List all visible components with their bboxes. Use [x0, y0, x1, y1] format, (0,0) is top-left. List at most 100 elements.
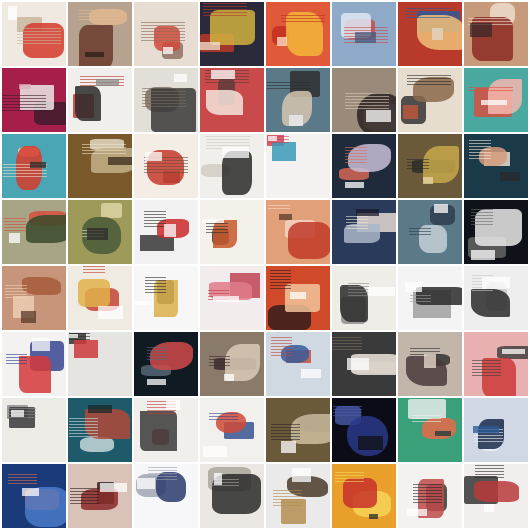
tile-shape: [75, 86, 101, 121]
tile-texture: [407, 159, 429, 169]
tile-shape: [147, 379, 166, 385]
tile-shape: [368, 287, 395, 296]
image-tile: [266, 134, 330, 198]
tile-texture: [332, 337, 362, 350]
tile-shape: [355, 32, 376, 43]
tile-texture: [141, 21, 185, 41]
tile-shape: [98, 306, 123, 319]
tile-shape: [473, 426, 499, 433]
tile-texture: [209, 411, 238, 420]
tile-shape: [435, 431, 451, 436]
tile-shape: [432, 28, 443, 40]
tile-shape: [202, 219, 224, 223]
image-tile: [2, 2, 66, 66]
tile-texture: [345, 92, 389, 109]
tile-shape: [101, 203, 122, 218]
tile-shape: [424, 354, 436, 368]
tile-shape: [22, 488, 39, 496]
tile-texture: [407, 73, 451, 85]
image-tile: [200, 2, 264, 66]
tile-shape: [96, 79, 119, 86]
tile-shape: [281, 441, 296, 453]
tile-texture: [70, 486, 99, 504]
tile-shape: [9, 233, 20, 243]
image-tile: [2, 200, 66, 264]
tile-texture: [271, 423, 300, 440]
tile-shape: [356, 209, 379, 216]
tile-shape: [268, 136, 277, 141]
tile-shape: [290, 292, 306, 299]
tile-shape: [481, 100, 507, 105]
tile-texture: [145, 277, 166, 293]
image-tile: [398, 266, 462, 330]
image-tile: [332, 464, 396, 528]
tile-texture: [472, 360, 501, 376]
tile-shape: [434, 204, 448, 213]
image-tile: [2, 464, 66, 528]
tile-shape: [358, 436, 383, 450]
tile-shape: [137, 478, 155, 489]
tile-texture: [2, 95, 46, 111]
tile-shape: [206, 90, 243, 115]
image-tile: [398, 332, 462, 396]
image-tile: [464, 68, 528, 132]
tile-texture: [406, 6, 450, 18]
image-tile: [200, 464, 264, 528]
tile-shape: [88, 405, 112, 413]
image-tile: [134, 200, 198, 264]
tile-shape: [343, 478, 377, 508]
image-tile: [68, 266, 132, 330]
tile-texture: [346, 214, 368, 229]
tile-shape: [100, 483, 127, 492]
tile-texture: [281, 13, 325, 22]
tile-shape: [345, 182, 364, 188]
image-tile: [2, 68, 66, 132]
tile-texture: [413, 483, 442, 503]
tile-shape: [69, 334, 78, 338]
tile-shape: [407, 509, 427, 516]
tile-shape: [8, 6, 17, 20]
tile-shape: [500, 172, 520, 181]
tile-shape: [403, 105, 418, 119]
tile-shape: [474, 481, 519, 502]
image-tile: [332, 2, 396, 66]
image-tile: [134, 68, 198, 132]
tile-shape: [22, 277, 61, 295]
image-tile: [2, 332, 66, 396]
image-tile: [464, 266, 528, 330]
image-tile: [464, 134, 528, 198]
tile-shape: [279, 214, 292, 220]
image-tile: [464, 332, 528, 396]
tile-shape: [19, 84, 31, 89]
image-tile: [266, 266, 330, 330]
tile-texture: [409, 226, 431, 235]
tile-texture: [82, 144, 126, 154]
image-tile: [266, 332, 330, 396]
tile-shape: [164, 224, 176, 237]
tile-texture: [5, 285, 27, 298]
tile-texture: [335, 471, 364, 482]
tile-shape: [135, 301, 150, 305]
image-tile: [266, 464, 330, 528]
tile-texture: [271, 337, 292, 356]
tile-shape: [288, 222, 330, 259]
tile-shape: [174, 74, 187, 82]
tile-shape: [292, 468, 311, 482]
image-tile: [332, 134, 396, 198]
tile-shape: [272, 142, 296, 161]
tile-shape: [200, 42, 220, 50]
image-tile: [266, 200, 330, 264]
image-tile: [398, 68, 462, 132]
tile-texture: [267, 81, 311, 89]
tile-texture: [268, 203, 290, 209]
tile-texture: [345, 147, 367, 163]
tile-shape: [26, 215, 66, 243]
image-tile: [134, 398, 198, 462]
tile-shape: [21, 311, 36, 323]
tile-shape: [214, 473, 222, 485]
tile-shape: [301, 369, 321, 378]
tile-texture: [209, 356, 230, 366]
image-tile: [398, 464, 462, 528]
image-tile: [68, 134, 132, 198]
image-tile: [200, 200, 264, 264]
